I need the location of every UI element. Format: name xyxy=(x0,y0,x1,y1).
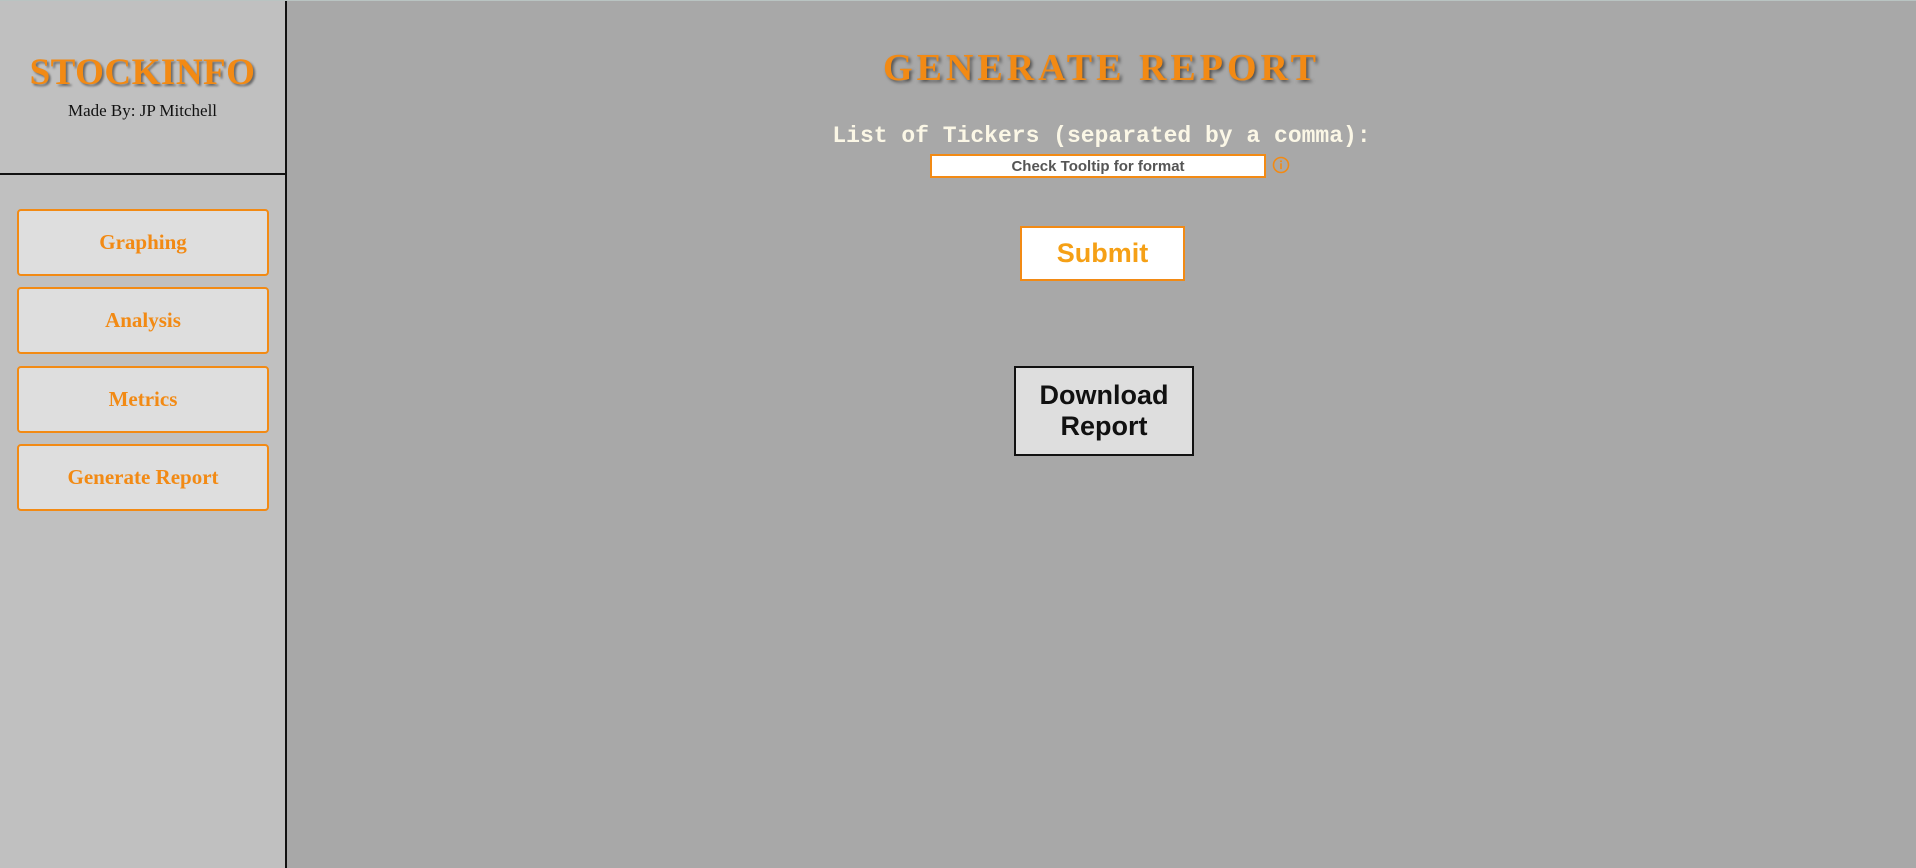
nav-button-graphing[interactable]: Graphing xyxy=(17,209,269,276)
download-report-button[interactable]: Download Report xyxy=(1014,366,1194,456)
nav-button-analysis[interactable]: Analysis xyxy=(17,287,269,354)
main-content: GENERATE REPORT List of Tickers (separat… xyxy=(287,1,1916,868)
download-report-label: Download Report xyxy=(1039,380,1169,441)
nav-button-label: Analysis xyxy=(105,308,181,332)
nav-button-label: Graphing xyxy=(99,230,187,254)
brand-title: STOCKINFO xyxy=(29,52,256,93)
tickers-input[interactable] xyxy=(930,154,1266,178)
tickers-label: List of Tickers (separated by a comma): xyxy=(832,123,1371,149)
nav-button-label: Metrics xyxy=(108,387,178,411)
nav-button-metrics[interactable]: Metrics xyxy=(17,366,269,433)
page-title: GENERATE REPORT xyxy=(883,47,1320,89)
brand-subtitle: Made By: JP Mitchell xyxy=(67,101,218,120)
nav-button-label: Generate Report xyxy=(67,465,219,489)
sidebar-brand: STOCKINFO Made By: JP Mitchell xyxy=(0,1,285,175)
info-circle-icon[interactable] xyxy=(1272,156,1290,174)
submit-button[interactable]: Submit xyxy=(1020,226,1185,281)
sidebar: STOCKINFO Made By: JP Mitchell Graphing … xyxy=(0,1,287,868)
nav-button-generate-report[interactable]: Generate Report xyxy=(17,444,269,511)
